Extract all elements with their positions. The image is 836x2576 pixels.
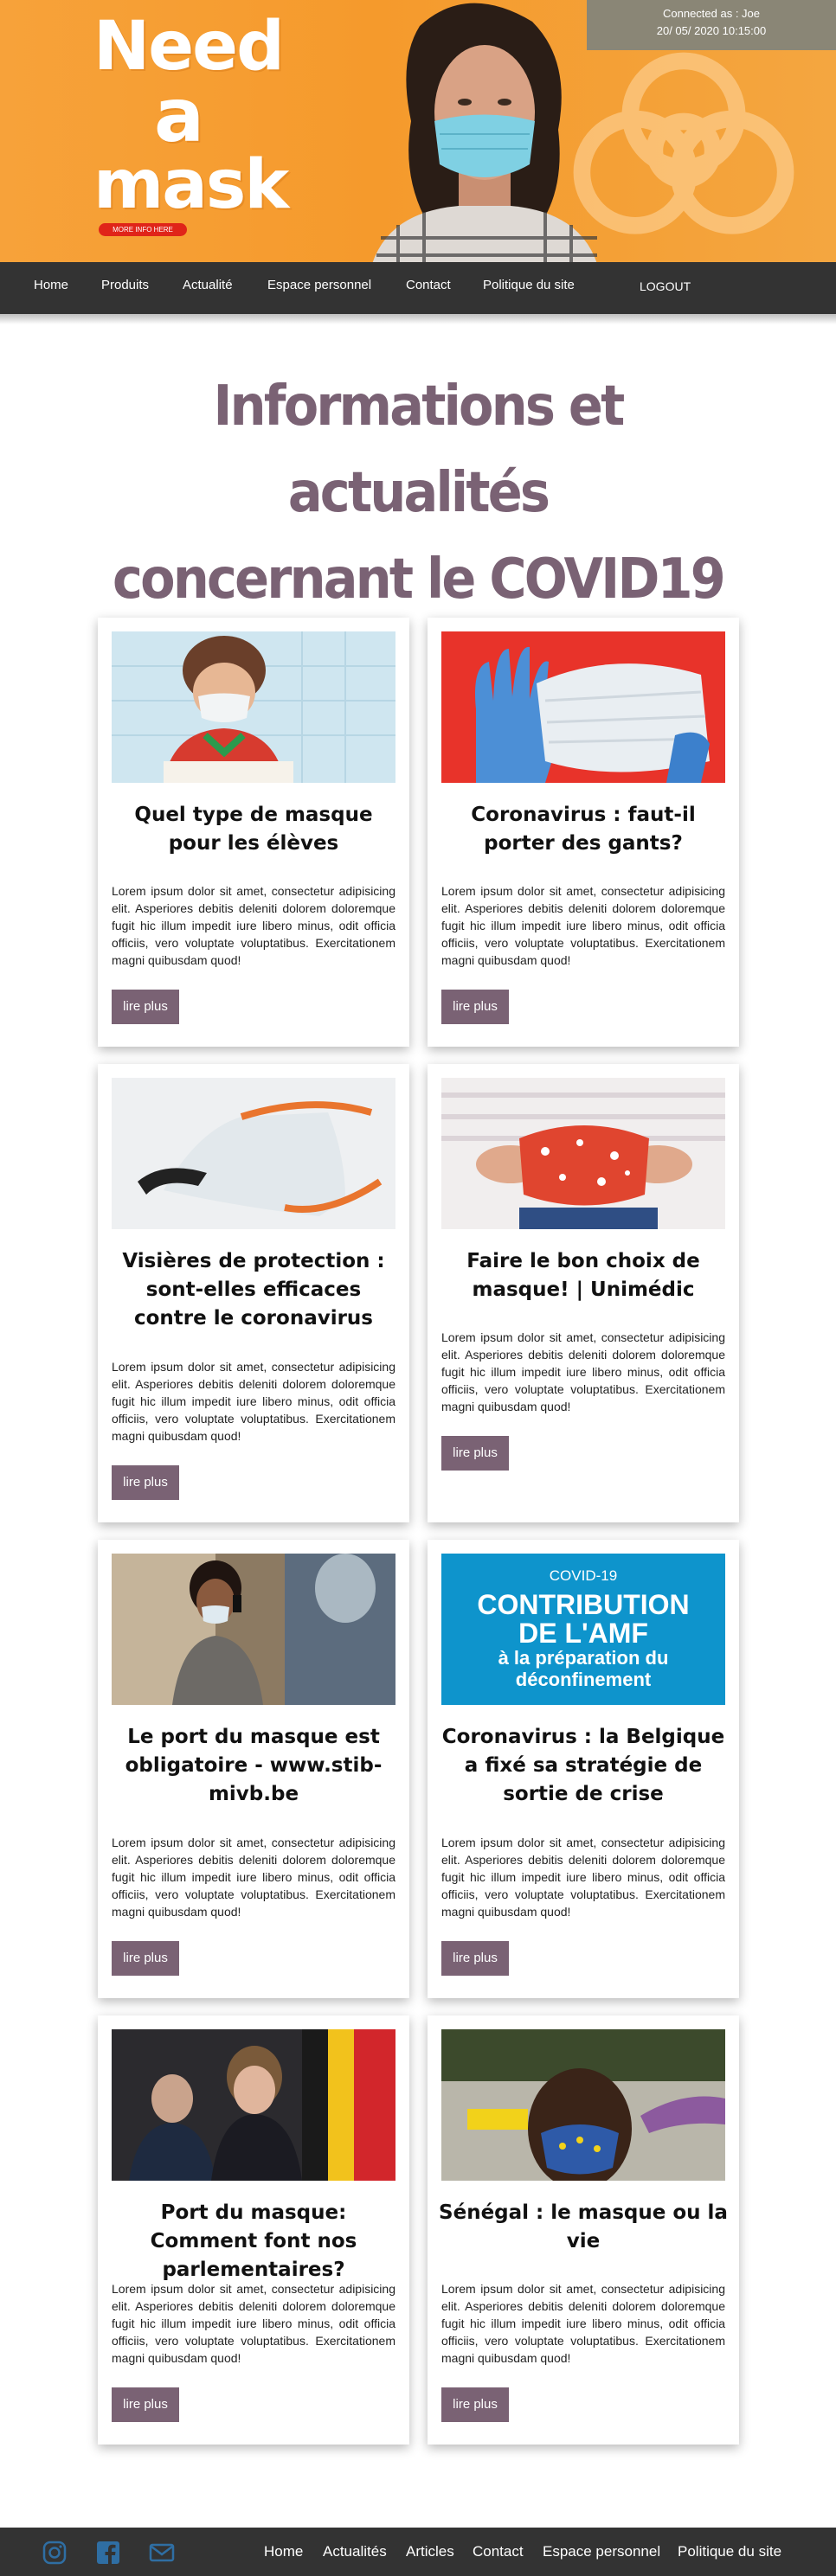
article-card: COVID-19 CONTRIBUTION DE L'AMF à la prép… <box>428 1540 739 1998</box>
nav-item-contact[interactable]: Contact <box>406 278 451 292</box>
read-more-button[interactable]: lire plus <box>441 2387 509 2422</box>
hero-banner: Need a mask MORE INFO HERE Connected as … <box>0 0 836 264</box>
card-title: Visières de protection : sont-elles effi… <box>122 1250 385 1330</box>
read-more-button[interactable]: lire plus <box>441 990 509 1024</box>
facebook-icon[interactable] <box>95 2540 121 2566</box>
amf-banner: COVID-19 CONTRIBUTION DE L'AMF à la prép… <box>441 1554 725 1705</box>
card-body: Lorem ipsum dolor sit amet, consectetur … <box>441 1330 725 1413</box>
banner-line: DE L'AMF <box>518 1618 648 1649</box>
banner-line: COVID-19 <box>549 1567 618 1584</box>
card-body: Lorem ipsum dolor sit amet, consectetur … <box>441 2282 725 2365</box>
article-card: Faire le bon choix de masque! | Unimédic… <box>428 1064 739 1522</box>
footer-link-actualites[interactable]: Actualités <box>323 2543 387 2560</box>
connected-as-label: Connected as : Joe <box>662 7 761 20</box>
page-title-line1: Informations et actualités <box>213 375 626 525</box>
street-mural-photo <box>441 2029 725 2181</box>
banner-line: CONTRIBUTION <box>477 1589 690 1620</box>
read-more-button[interactable]: lire plus <box>441 1436 509 1471</box>
nav-shadow <box>0 314 836 324</box>
read-more-button[interactable]: lire plus <box>112 990 179 1024</box>
article-card: Le port du masque est obligatoire - www.… <box>98 1540 409 1998</box>
logo-word: a <box>154 73 204 159</box>
banner-line: déconfinement <box>515 1669 652 1690</box>
card-body: Lorem ipsum dolor sit amet, consectetur … <box>112 1836 395 1919</box>
page-title-line2: concernant le COVID19 <box>113 548 726 612</box>
card-title: Coronavirus : faut-il porter des gants? <box>471 804 696 855</box>
datetime-label: 20/ 05/ 2020 10:15:00 <box>656 24 767 37</box>
card-body: Lorem ipsum dolor sit amet, consectetur … <box>441 884 725 967</box>
card-title: Quel type de masque pour les élèves <box>134 804 373 855</box>
read-more-button[interactable]: lire plus <box>441 1941 509 1976</box>
footer-link-contact[interactable]: Contact <box>473 2543 524 2560</box>
footer-link-espace-personnel[interactable]: Espace personnel <box>543 2543 660 2560</box>
card-body: Lorem ipsum dolor sit amet, consectetur … <box>112 1360 395 1443</box>
article-card: Quel type de masque pour les élèves Lore… <box>98 618 409 1047</box>
footer: Home Actualités Articles Contact Espace … <box>0 2528 836 2576</box>
card-title: Sénégal : le masque ou la vie <box>439 2201 728 2252</box>
footer-link-articles[interactable]: Articles <box>406 2543 454 2560</box>
nav-item-home[interactable]: Home <box>34 278 68 292</box>
main-nav: Home Produits Actualité Espace personnel… <box>0 262 836 314</box>
more-info-button[interactable]: MORE INFO HERE <box>99 223 187 236</box>
logo-word: mask <box>93 146 289 224</box>
article-card: Sénégal : le masque ou la vie Lorem ipsu… <box>428 2015 739 2445</box>
footer-link-home[interactable]: Home <box>264 2543 303 2560</box>
article-card: Port du masque: Comment font nos parleme… <box>98 2015 409 2445</box>
banner-line: à la préparation du <box>498 1647 669 1669</box>
parliament-photo <box>112 2029 395 2181</box>
card-body: Lorem ipsum dolor sit amet, consectetur … <box>112 2282 395 2365</box>
nav-item-actualite[interactable]: Actualité <box>183 278 233 292</box>
article-card: Visières de protection : sont-elles effi… <box>98 1064 409 1522</box>
nav-item-politique[interactable]: Politique du site <box>483 278 575 292</box>
session-info: Connected as : Joe 20/ 05/ 2020 10:15:00 <box>587 0 836 50</box>
read-more-button[interactable]: lire plus <box>112 1941 179 1976</box>
mail-icon[interactable] <box>149 2540 175 2566</box>
read-more-button[interactable]: lire plus <box>112 1465 179 1500</box>
footer-link-politique[interactable]: Politique du site <box>678 2543 781 2560</box>
card-title: Faire le bon choix de masque! | Unimédic <box>466 1250 700 1301</box>
logo-word: Need <box>93 8 285 86</box>
child-with-mask-photo <box>112 631 395 783</box>
fabric-mask-photo <box>441 1078 725 1229</box>
nav-item-produits[interactable]: Produits <box>101 278 149 292</box>
nav-item-espace-personnel[interactable]: Espace personnel <box>267 278 371 292</box>
need-a-mask-logo: Need a mask <box>93 12 327 224</box>
face-shield-photo <box>112 1078 395 1229</box>
woman-on-phone-photo <box>112 1554 395 1705</box>
read-more-button[interactable]: lire plus <box>112 2387 179 2422</box>
card-body: Lorem ipsum dolor sit amet, consectetur … <box>112 884 395 967</box>
card-body: Lorem ipsum dolor sit amet, consectetur … <box>441 1836 725 1919</box>
instagram-icon[interactable] <box>42 2540 68 2566</box>
gloves-and-masks-photo <box>441 631 725 783</box>
card-title: Le port du masque est obligatoire - www.… <box>125 1726 383 1805</box>
card-title: Coronavirus : la Belgique a fixé sa stra… <box>441 1726 725 1805</box>
article-card: Coronavirus : faut-il porter des gants? … <box>428 618 739 1047</box>
logout-button[interactable]: LOGOUT <box>640 279 691 293</box>
page-title: Informations et actualités concernant le… <box>81 363 755 623</box>
card-title: Port du masque: Comment font nos parleme… <box>150 2201 357 2281</box>
